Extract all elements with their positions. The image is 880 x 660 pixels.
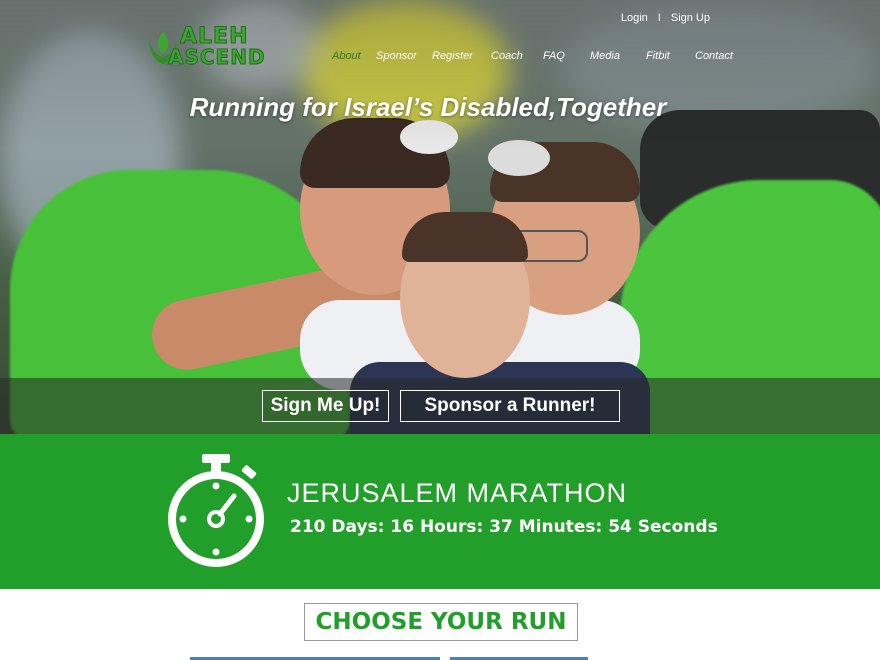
countdown-banner: JERUSALEM MARATHON 210 Days: 16 Hours: 3… bbox=[0, 434, 880, 589]
nav-item-faq[interactable]: FAQ bbox=[543, 48, 565, 64]
hero-banner bbox=[0, 0, 880, 434]
nav-item-register[interactable]: Register bbox=[432, 48, 473, 64]
sign-me-up-button[interactable]: Sign Me Up! bbox=[262, 390, 389, 422]
hero-photo-hair-center bbox=[402, 212, 528, 262]
nav-item-media[interactable]: Media bbox=[590, 48, 620, 64]
nav-item-coach[interactable]: Coach bbox=[491, 48, 523, 64]
choose-your-run-button[interactable]: CHOOSE YOUR RUN bbox=[304, 603, 578, 641]
stopwatch-icon bbox=[168, 454, 264, 567]
utility-links: Login I Sign Up bbox=[621, 10, 710, 26]
sponsor-runner-button[interactable]: Sponsor a Runner! bbox=[400, 390, 620, 422]
hero-top-shade bbox=[0, 0, 880, 150]
nav-item-fitbit[interactable]: Fitbit bbox=[646, 48, 670, 64]
countdown-timer: 210 Days: 16 Hours: 37 Minutes: 54 Secon… bbox=[290, 517, 718, 537]
hero-headline: Running for Israel’s Disabled,Together bbox=[189, 92, 667, 122]
nav-item-contact[interactable]: Contact bbox=[695, 48, 733, 64]
nav-item-about[interactable]: About bbox=[332, 48, 361, 64]
event-title: JERUSALEM MARATHON bbox=[287, 478, 628, 508]
main-nav: About Sponsor Register Coach FAQ Media F… bbox=[0, 48, 880, 64]
utility-separator: I bbox=[657, 12, 661, 24]
nav-item-sponsor[interactable]: Sponsor bbox=[376, 48, 417, 64]
signup-link[interactable]: Sign Up bbox=[671, 10, 710, 26]
login-link[interactable]: Login bbox=[621, 10, 648, 26]
